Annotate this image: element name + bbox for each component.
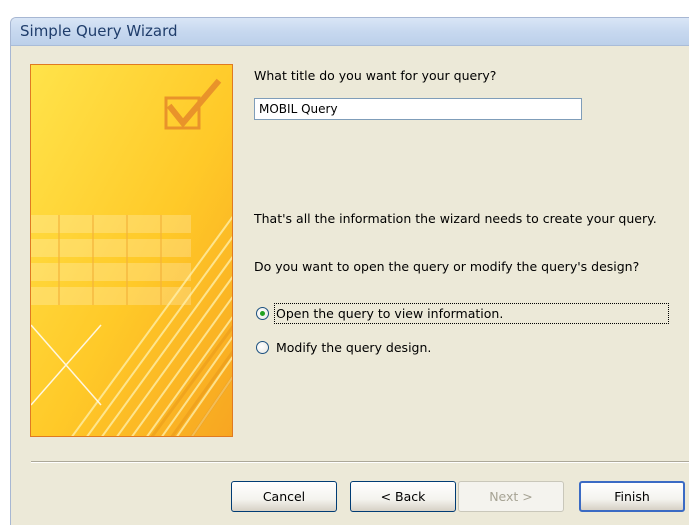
open-query-label[interactable]: Open the query to view information.: [274, 302, 669, 324]
back-button[interactable]: < Back: [350, 481, 456, 512]
info-text: That's all the information the wizard ne…: [254, 211, 657, 226]
open-query-radio[interactable]: [256, 306, 269, 320]
query-title-input[interactable]: [254, 98, 582, 120]
open-query-option[interactable]: Open the query to view information.: [256, 302, 669, 324]
finish-button[interactable]: Finish: [579, 481, 685, 512]
next-button: Next >: [458, 481, 564, 512]
wizard-graphic: [30, 64, 233, 437]
query-title-prompt: What title do you want for your query?: [254, 68, 497, 83]
action-prompt: Do you want to open the query or modify …: [254, 259, 640, 274]
title-bar: Simple Query Wizard: [11, 18, 689, 46]
modify-design-label[interactable]: Modify the query design.: [275, 338, 433, 357]
cancel-button[interactable]: Cancel: [231, 481, 337, 512]
modify-design-option[interactable]: Modify the query design.: [256, 336, 433, 358]
button-separator: [31, 461, 689, 463]
window-title: Simple Query Wizard: [20, 22, 178, 40]
simple-query-wizard-window: Simple Query Wizard What title do you wa…: [10, 17, 689, 525]
modify-design-radio[interactable]: [256, 340, 269, 354]
